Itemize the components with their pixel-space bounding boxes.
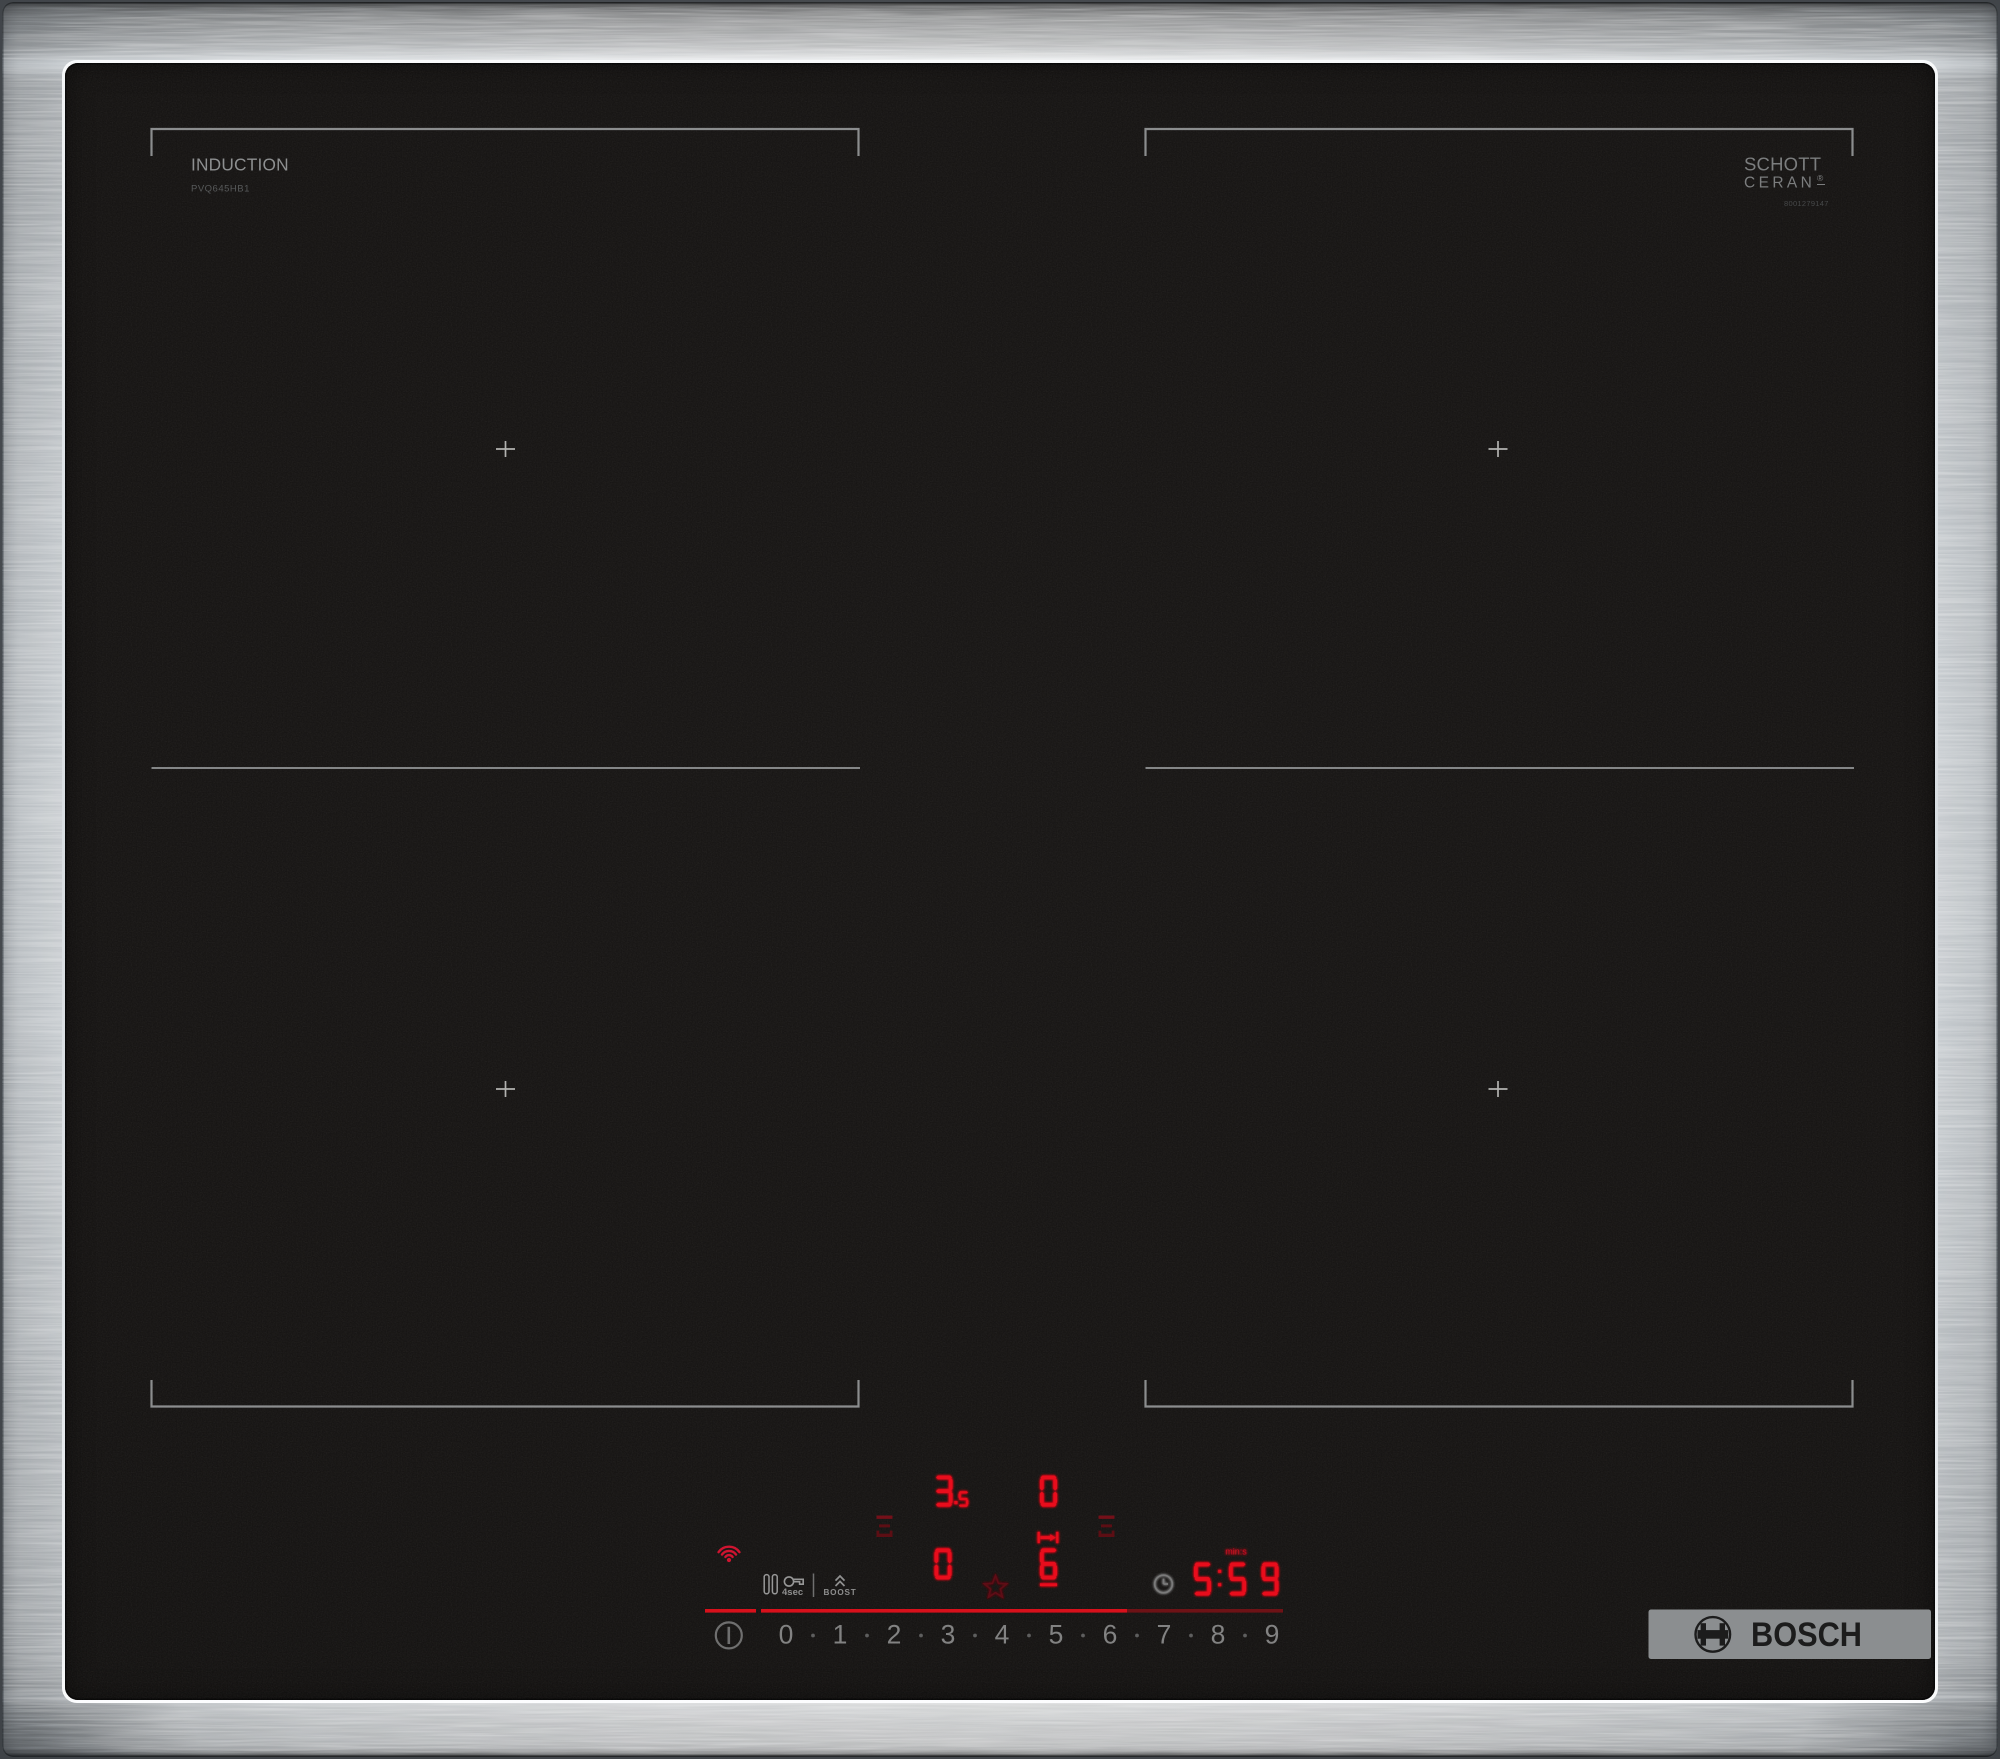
svg-text:INDUCTION: INDUCTION — [191, 155, 289, 175]
svg-text:PVQ645HB1: PVQ645HB1 — [191, 184, 250, 195]
svg-text:0: 0 — [779, 1620, 794, 1650]
svg-text:6: 6 — [1103, 1620, 1118, 1650]
svg-text:8001279147: 8001279147 — [1784, 199, 1829, 208]
svg-text:4: 4 — [995, 1620, 1010, 1650]
svg-text:CERAN: CERAN — [1744, 175, 1815, 192]
svg-text:BOOST: BOOST — [823, 1588, 856, 1597]
svg-text:3: 3 — [941, 1620, 956, 1650]
svg-text:®: ® — [1817, 173, 1824, 183]
svg-text:8: 8 — [1211, 1620, 1226, 1650]
svg-text:SCHOTT: SCHOTT — [1744, 154, 1821, 175]
svg-text:5: 5 — [1049, 1620, 1064, 1650]
svg-text:BOSCH: BOSCH — [1751, 1616, 1862, 1654]
svg-text:7: 7 — [1157, 1620, 1172, 1650]
svg-text:2: 2 — [887, 1620, 902, 1650]
svg-text:min:s: min:s — [1225, 1547, 1247, 1557]
svg-text:4sec: 4sec — [782, 1587, 803, 1598]
svg-text:9: 9 — [1265, 1620, 1280, 1650]
svg-text:1: 1 — [833, 1620, 848, 1650]
